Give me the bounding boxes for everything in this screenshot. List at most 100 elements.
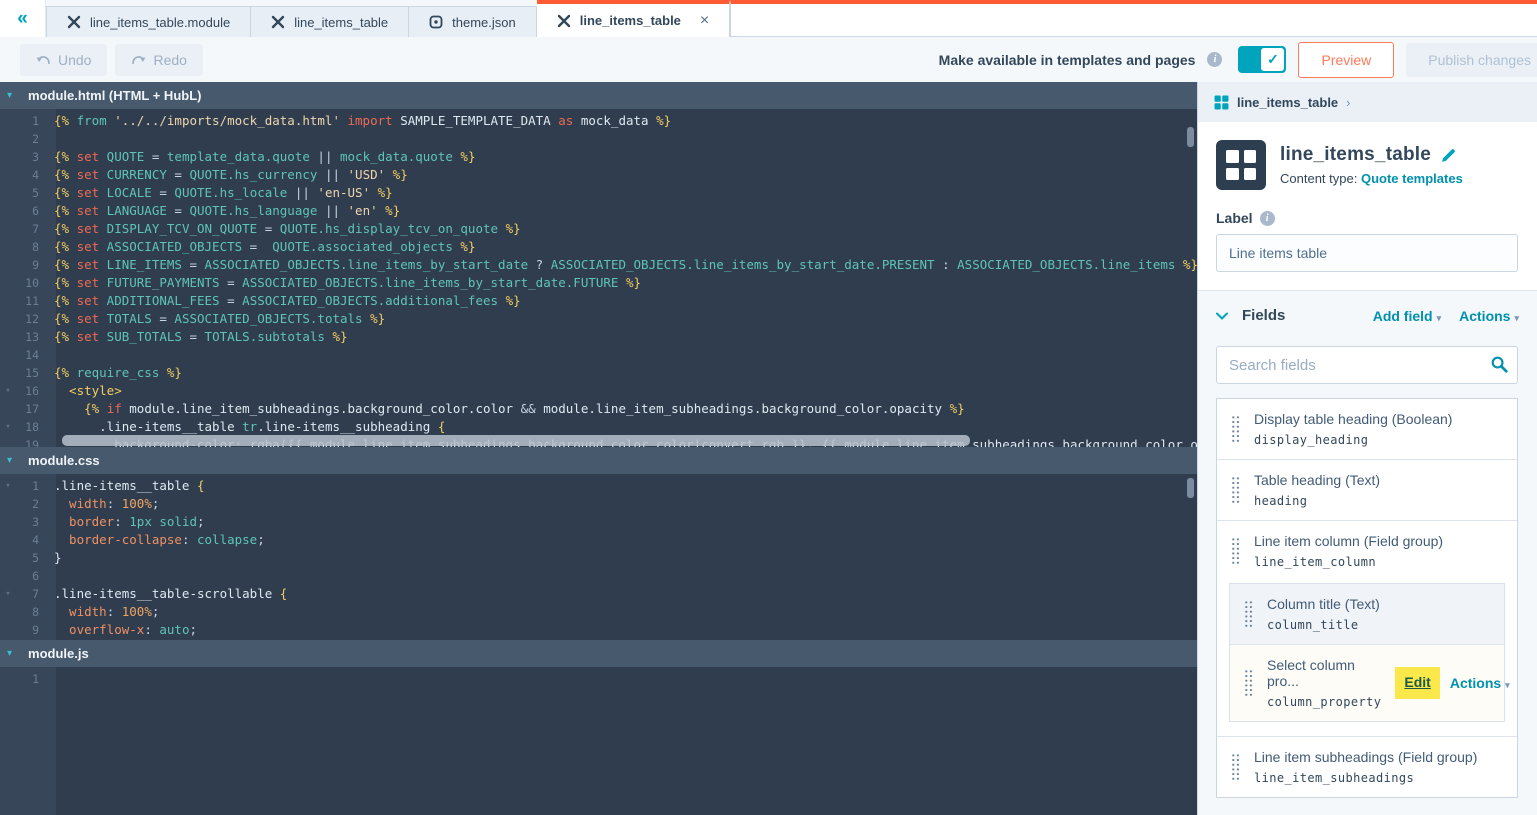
- fold-gutter: [0, 549, 16, 567]
- close-tab-icon[interactable]: ×: [700, 12, 709, 30]
- line-number: 19: [25, 438, 39, 447]
- drag-handle-icon[interactable]: [1231, 415, 1240, 443]
- field-row-column-property[interactable]: Select column pro... column_property Edi…: [1230, 644, 1510, 721]
- vertical-scrollbar-thumb[interactable]: [1187, 478, 1194, 498]
- code-editor: ▾ module.html (HTML + HubL) 1 {% from '..…: [0, 82, 1197, 815]
- line-number: 4: [32, 533, 39, 547]
- field-name: line_item_column: [1254, 555, 1376, 569]
- module-html-code-area[interactable]: 1 {% from '../../imports/mock_data.html' …: [0, 109, 1197, 447]
- code-line: 15 {% require_css %}: [0, 364, 1197, 382]
- collapse-pane-icon[interactable]: ▾: [7, 90, 12, 101]
- vertical-scrollbar-thumb[interactable]: [1187, 127, 1194, 147]
- code-text: {% from '../../imports/mock_data.html' i…: [54, 113, 672, 128]
- module-html-pane-header[interactable]: ▾ module.html (HTML + HubL): [0, 82, 1197, 109]
- theme-file-icon: [429, 15, 443, 29]
- info-icon[interactable]: i: [1207, 52, 1223, 67]
- fold-gutter: [0, 513, 16, 531]
- fold-marker-icon[interactable]: ▾: [0, 418, 16, 436]
- content-type-link[interactable]: Quote templates: [1361, 171, 1463, 186]
- module-js-code-area[interactable]: 1: [0, 667, 1197, 815]
- fold-marker-icon[interactable]: ▾: [0, 382, 16, 400]
- add-field-dropdown[interactable]: Add field ▾: [1373, 308, 1441, 324]
- availability-toggle[interactable]: ✓: [1238, 46, 1287, 73]
- fold-gutter: [0, 112, 16, 130]
- code-line: ▾ 18 .line-items__table tr.line-items__su…: [0, 418, 1197, 436]
- drag-handle-icon[interactable]: [1244, 600, 1253, 628]
- field-row-display-heading[interactable]: Display table heading (Boolean) display_…: [1217, 399, 1517, 459]
- label-text: Label: [1216, 210, 1253, 226]
- label-input[interactable]: [1216, 234, 1518, 272]
- code-line: 6: [0, 567, 1197, 585]
- drag-handle-icon[interactable]: [1231, 537, 1240, 565]
- info-icon[interactable]: i: [1259, 210, 1275, 226]
- field-name: heading: [1254, 494, 1308, 508]
- code-text: {% set ASSOCIATED_OBJECTS = QUOTE.associ…: [54, 239, 476, 254]
- pane-title: module.js: [28, 646, 89, 661]
- tab-line-items-table-module[interactable]: line_items_table.module: [46, 6, 252, 37]
- collapse-pane-icon[interactable]: ▾: [7, 648, 12, 659]
- fields-actions-dropdown[interactable]: Actions ▾: [1459, 308, 1519, 324]
- drag-handle-icon[interactable]: [1231, 476, 1240, 504]
- fold-gutter: [0, 202, 16, 220]
- drag-handle-icon[interactable]: [1231, 753, 1240, 781]
- fields-title: Fields: [1242, 307, 1286, 324]
- code-line: 4 {% set CURRENCY = QUOTE.hs_currency || …: [0, 166, 1197, 184]
- undo-label: Undo: [58, 51, 92, 68]
- module-name: line_items_table: [1280, 144, 1432, 165]
- drag-handle-icon[interactable]: [1244, 669, 1253, 697]
- line-number: 10: [25, 276, 39, 290]
- field-group-panel: Column title (Text) column_title Select …: [1229, 583, 1510, 722]
- field-title: Line item column (Field group): [1254, 533, 1444, 549]
- tab-line-items-table[interactable]: line_items_table: [251, 6, 410, 37]
- preview-button[interactable]: Preview: [1298, 41, 1395, 78]
- line-number: 5: [32, 186, 39, 200]
- chevron-right-icon: ›: [1346, 94, 1351, 110]
- field-row-line-item-subheadings[interactable]: Line item subheadings (Field group) line…: [1217, 736, 1517, 797]
- fold-marker-icon[interactable]: ▾: [0, 477, 16, 495]
- collapse-pane-icon[interactable]: ▾: [7, 455, 12, 466]
- field-row-heading[interactable]: Table heading (Text) heading: [1217, 459, 1517, 520]
- edit-field-link[interactable]: Edit: [1404, 674, 1430, 690]
- tab-theme-json[interactable]: theme.json: [409, 6, 537, 37]
- search-icon[interactable]: [1491, 356, 1508, 373]
- fold-gutter: [0, 495, 16, 513]
- field-name: column_title: [1267, 618, 1359, 632]
- content-type-label: Content type:: [1280, 171, 1358, 186]
- fields-section-header: Fields Add field ▾ Actions ▾: [1198, 291, 1537, 336]
- code-text: overflow-x: auto;: [54, 622, 198, 637]
- fold-gutter: [0, 603, 16, 621]
- field-list: Display table heading (Boolean) display_…: [1216, 398, 1518, 798]
- code-text: <style>: [54, 383, 122, 398]
- field-row-column-title[interactable]: Column title (Text) column_title: [1230, 584, 1504, 644]
- label-field-header: Label i: [1198, 200, 1537, 234]
- tab-line-items-table-active[interactable]: line_items_table ×: [536, 0, 731, 37]
- field-actions-dropdown[interactable]: Actions ▾: [1450, 675, 1510, 691]
- fold-gutter: [0, 256, 16, 274]
- search-fields-input[interactable]: [1216, 346, 1518, 384]
- caret-down-icon: ▾: [1436, 312, 1442, 323]
- line-number: 3: [32, 150, 39, 164]
- code-line: 2 width: 100%;: [0, 495, 1197, 513]
- fold-marker-icon[interactable]: ▾: [0, 585, 16, 603]
- field-row-line-item-column[interactable]: Line item column (Field group) line_item…: [1217, 520, 1517, 581]
- line-number: 14: [25, 348, 39, 362]
- module-css-code-area[interactable]: ▾ 1 .line-items__table {2 width: 100%; 3 bo…: [0, 474, 1197, 640]
- horizontal-scrollbar-thumb[interactable]: [62, 435, 970, 446]
- module-css-pane-header[interactable]: ▾ module.css: [0, 447, 1197, 474]
- tab-bar-filler: [730, 0, 1537, 36]
- availability-label: Make available in templates and pages: [938, 51, 1196, 68]
- collapse-sidebar-button[interactable]: «: [0, 0, 46, 37]
- edit-pencil-icon[interactable]: [1441, 148, 1456, 163]
- code-line: 1: [0, 670, 1197, 688]
- module-html-pane: ▾ module.html (HTML + HubL) 1 {% from '..…: [0, 82, 1197, 447]
- breadcrumb-item[interactable]: line_items_table: [1237, 95, 1338, 110]
- publish-changes-button[interactable]: Publish changes: [1406, 42, 1537, 77]
- chevron-down-icon[interactable]: [1216, 312, 1228, 320]
- module-js-pane-header[interactable]: ▾ module.js: [0, 640, 1197, 667]
- undo-button[interactable]: Undo: [20, 43, 108, 76]
- redo-button[interactable]: Redo: [115, 43, 203, 76]
- line-number: 4: [32, 168, 39, 182]
- code-text: border-collapse: collapse;: [54, 532, 265, 547]
